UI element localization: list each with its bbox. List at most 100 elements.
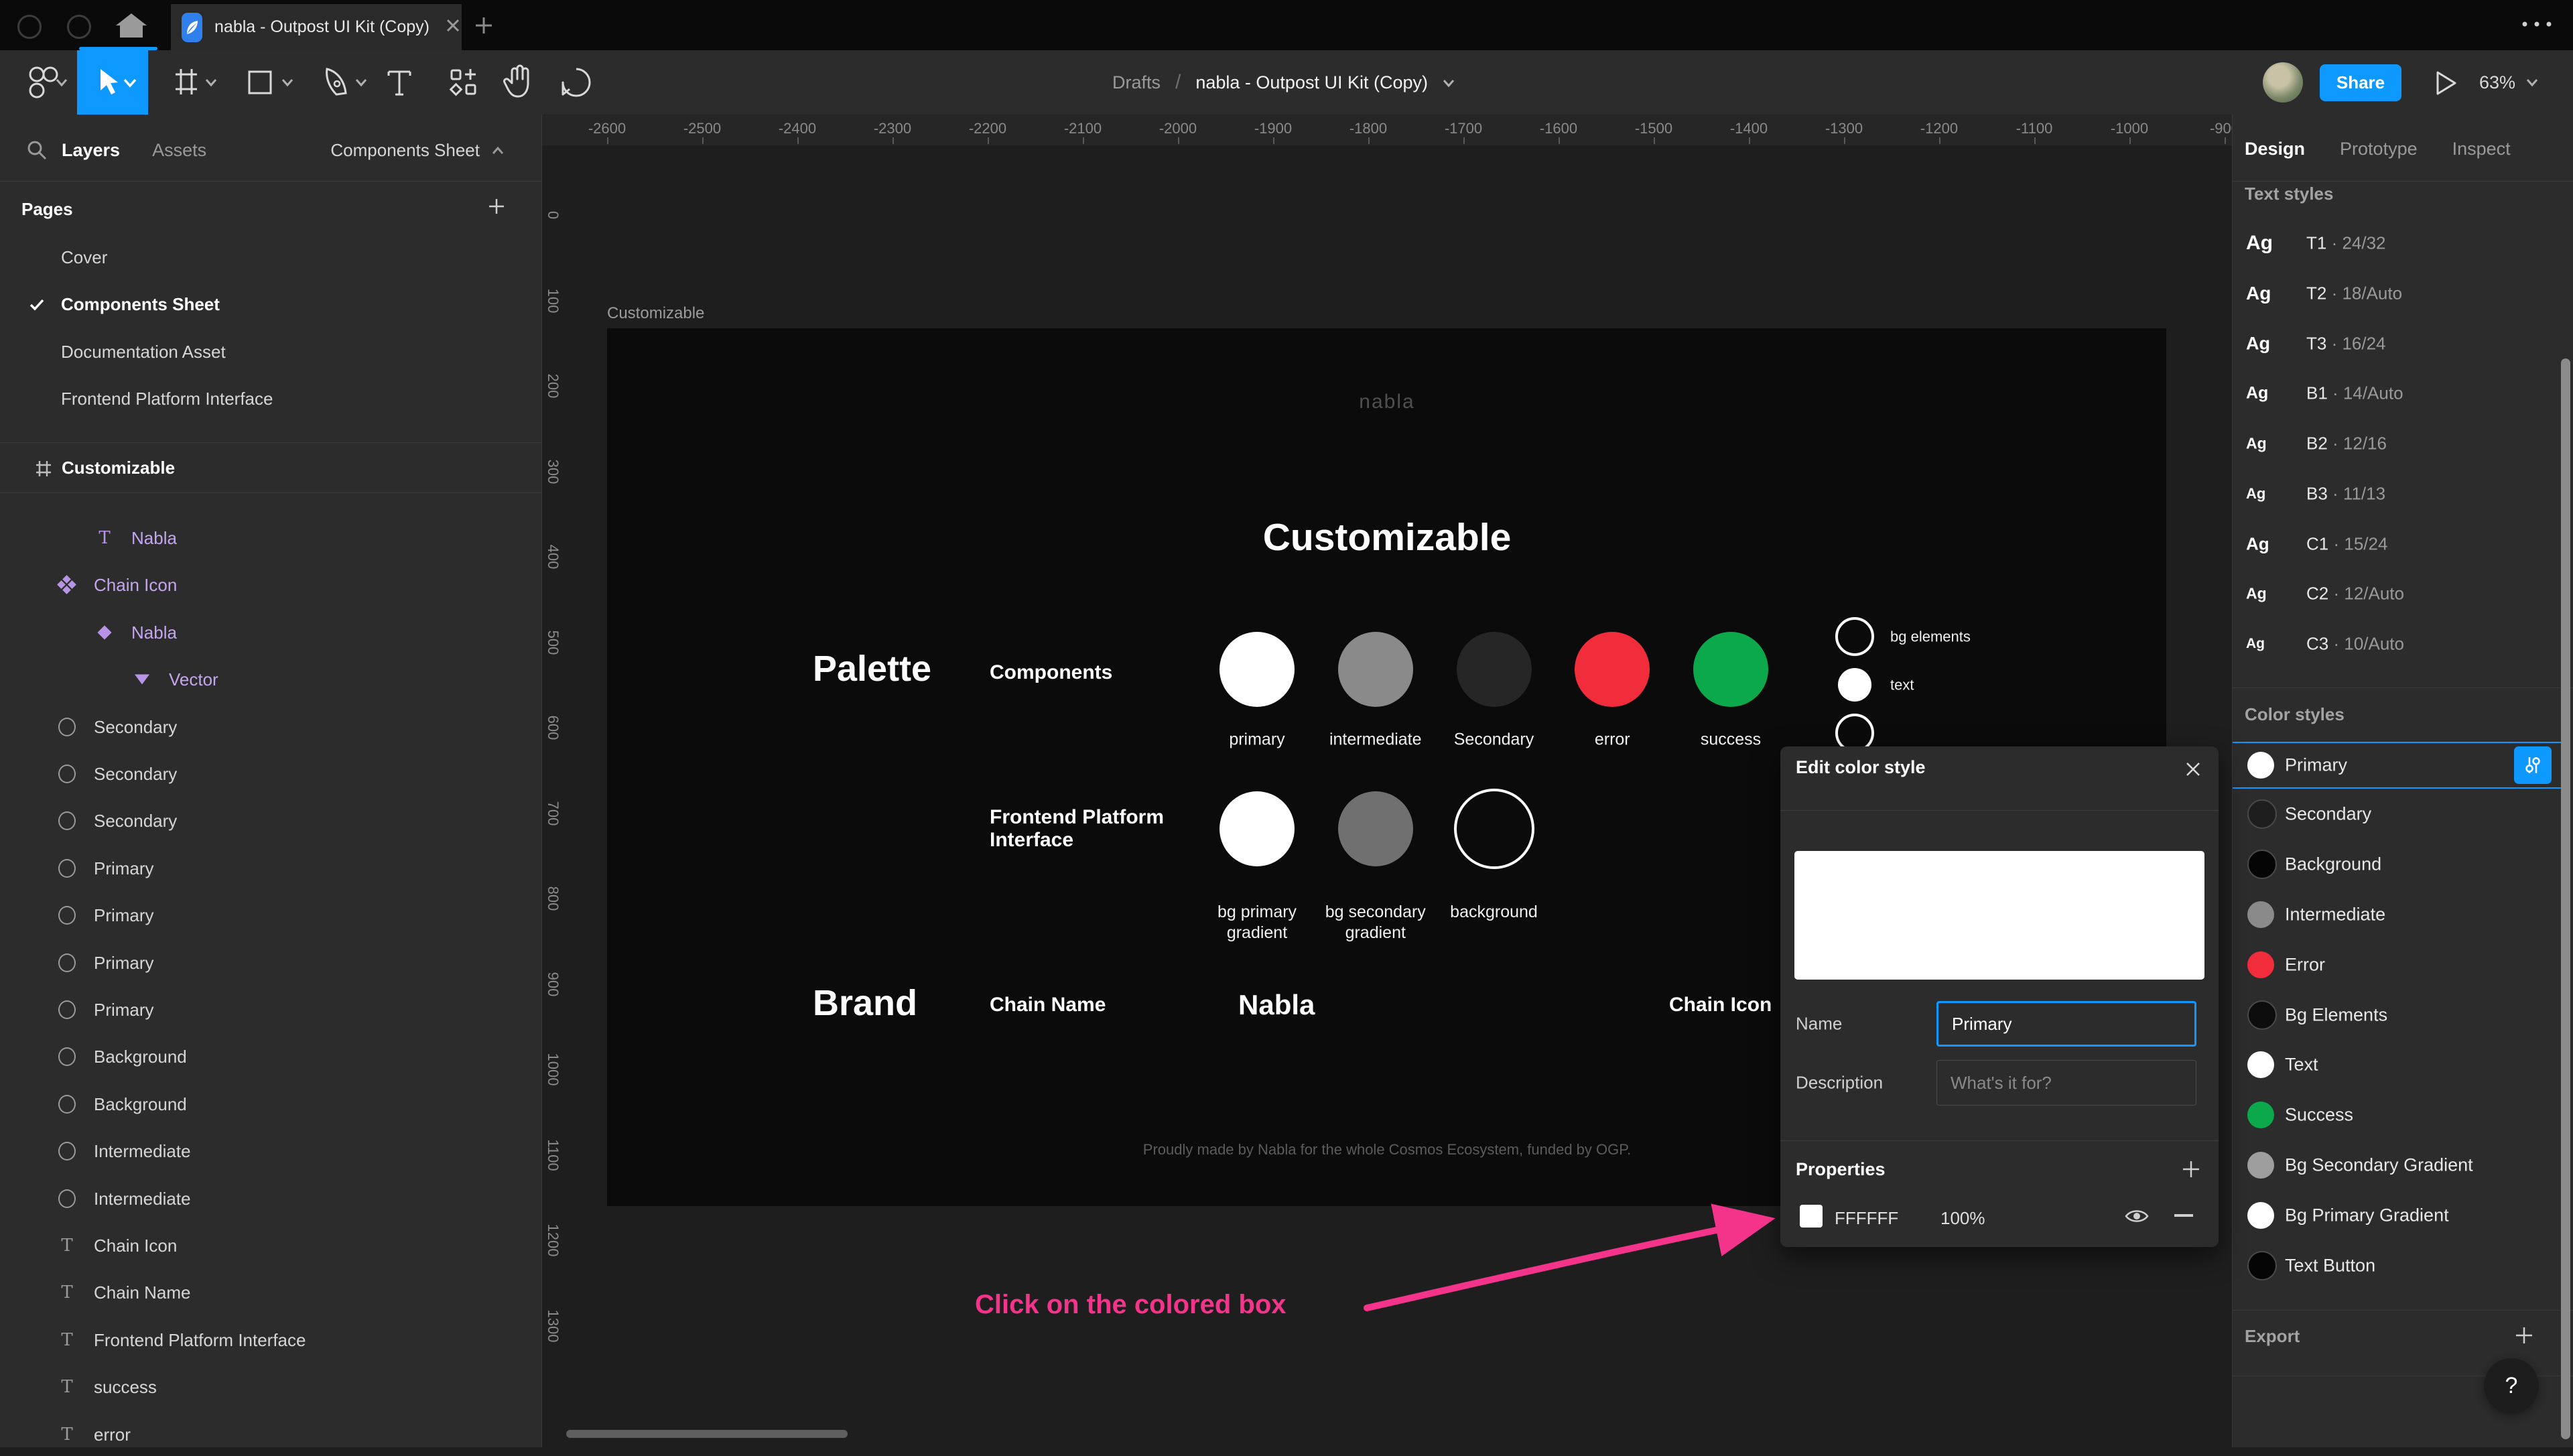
color-style-row-bg-primary-gradient[interactable]: Bg Primary Gradient	[2233, 1193, 2566, 1238]
add-export-icon[interactable]	[2513, 1325, 2535, 1349]
layer-row[interactable]: Vector	[0, 658, 541, 701]
layer-row[interactable]: T Chain Icon	[0, 1224, 541, 1267]
breadcrumb-file-title[interactable]: nabla - Outpost UI Kit (Copy)	[1195, 72, 1428, 93]
layer-row[interactable]: Secondary	[0, 752, 541, 795]
zoom-menu[interactable]: 63%	[2479, 50, 2542, 115]
brand-title[interactable]: Brand	[813, 982, 917, 1024]
layer-row[interactable]: T Frontend Platform Interface	[0, 1319, 541, 1362]
chain-name-value[interactable]: Nabla	[1238, 989, 1315, 1021]
nabla-logo-text[interactable]: nabla	[1359, 391, 1414, 413]
text-style-row[interactable]: Ag T1 · 24/32	[2233, 222, 2573, 265]
avatar[interactable]	[2263, 62, 2303, 103]
close-tab-icon[interactable]	[444, 17, 462, 38]
file-tab[interactable]: nabla - Outpost UI Kit (Copy)	[171, 4, 462, 50]
color-style-row-text-button[interactable]: Text Button	[2233, 1244, 2566, 1288]
window-control-icon[interactable]	[67, 15, 91, 39]
color-style-row-background[interactable]: Background	[2233, 842, 2566, 886]
layer-row[interactable]: Background	[0, 1083, 541, 1126]
fpi-swatch[interactable]	[1453, 789, 1534, 869]
figma-main-menu[interactable]	[12, 50, 76, 115]
color-style-row-success[interactable]: Success	[2233, 1093, 2566, 1137]
palette-swatch-primary[interactable]	[1219, 632, 1295, 707]
chain-name-label[interactable]: Chain Name	[990, 994, 1106, 1016]
components-label[interactable]: Components	[990, 661, 1112, 684]
frame-tool[interactable]	[159, 50, 229, 115]
inspector-tab-inspect[interactable]: Inspect	[2452, 139, 2511, 159]
comment-tool[interactable]	[548, 50, 604, 115]
page-row[interactable]: Components Sheet	[0, 285, 541, 325]
layer-row[interactable]: Intermediate	[0, 1177, 541, 1220]
add-page-icon[interactable]	[486, 196, 507, 220]
layer-row[interactable]: Chain Icon	[0, 564, 541, 606]
text-style-row[interactable]: Ag T2 · 18/Auto	[2233, 272, 2573, 315]
visibility-eye-icon[interactable]	[2123, 1204, 2150, 1232]
color-style-row-text[interactable]: Text	[2233, 1043, 2566, 1087]
text-style-row[interactable]: Ag C3 · 10/Auto	[2233, 622, 2573, 665]
text-style-row[interactable]: Ag B1 · 14/Auto	[2233, 372, 2573, 415]
more-menu-icon[interactable]	[2518, 17, 2556, 34]
inspector-tab-prototype[interactable]: Prototype	[2340, 139, 2418, 159]
fpi-swatch[interactable]	[1219, 791, 1295, 866]
palette-swatch-error[interactable]	[1575, 632, 1650, 707]
help-button[interactable]: ?	[2484, 1358, 2539, 1413]
root-frame-row[interactable]: Customizable	[62, 458, 175, 478]
page-selector[interactable]: Components Sheet	[330, 140, 508, 161]
sidebar-tab-layers[interactable]: Layers	[62, 140, 120, 161]
layer-row[interactable]: Terror	[0, 1413, 541, 1456]
remove-property-icon[interactable]	[2174, 1214, 2193, 1217]
color-style-row-bg-secondary-gradient[interactable]: Bg Secondary Gradient	[2233, 1143, 2566, 1187]
layer-row[interactable]: Tsuccess	[0, 1366, 541, 1408]
name-input[interactable]: Primary	[1936, 1001, 2196, 1047]
layer-row[interactable]: Primary	[0, 894, 541, 937]
pen-tool[interactable]	[310, 50, 381, 115]
add-property-icon[interactable]	[2180, 1158, 2202, 1184]
canvas-frame-label[interactable]: Customizable	[607, 304, 704, 323]
page-row[interactable]: Documentation Asset	[0, 332, 541, 373]
property-color-swatch[interactable]	[1800, 1205, 1823, 1228]
palette-title[interactable]: Palette	[813, 648, 931, 689]
window-control-icon[interactable]	[17, 15, 42, 39]
layer-row[interactable]: Primary	[0, 847, 541, 890]
style-settings-button[interactable]	[2514, 746, 2552, 784]
present-icon[interactable]	[2426, 64, 2466, 101]
layer-row[interactable]: T Nabla	[0, 517, 541, 559]
palette-swatch-intermediate[interactable]	[1337, 632, 1413, 707]
fpi-swatch[interactable]	[1337, 791, 1413, 866]
canvas-horizontal-scrollbar[interactable]	[566, 1430, 848, 1438]
move-tool[interactable]	[77, 50, 148, 115]
sidebar-scrollbar[interactable]	[2561, 358, 2570, 1439]
hand-tool[interactable]	[490, 50, 547, 115]
share-button[interactable]: Share	[2320, 64, 2401, 101]
palette-swatch-secondary[interactable]	[1456, 632, 1532, 707]
chevron-down-icon[interactable]	[1437, 71, 1460, 94]
layer-row[interactable]: Secondary	[0, 706, 541, 748]
property-opacity-value[interactable]: 100%	[1940, 1208, 1985, 1229]
text-style-row[interactable]: Ag B2 · 12/16	[2233, 422, 2573, 465]
layer-row[interactable]: Background	[0, 1035, 541, 1078]
new-tab-icon[interactable]	[473, 15, 494, 40]
chain-icon-label[interactable]: Chain Icon	[1669, 994, 1772, 1016]
text-style-row[interactable]: Ag T3 · 16/24	[2233, 322, 2573, 365]
mini-swatch[interactable]	[1838, 668, 1871, 702]
layer-row[interactable]: T Chain Name	[0, 1271, 541, 1314]
color-preview-swatch[interactable]	[1794, 851, 2204, 980]
text-style-row[interactable]: Ag C2 · 12/Auto	[2233, 572, 2573, 615]
page-row[interactable]: Frontend Platform Interface	[0, 379, 541, 419]
sidebar-tab-assets[interactable]: Assets	[152, 140, 206, 161]
text-style-row[interactable]: Ag B3 · 11/13	[2233, 472, 2573, 515]
palette-swatch-success[interactable]	[1693, 632, 1768, 707]
close-icon[interactable]	[2182, 758, 2204, 783]
breadcrumb-project[interactable]: Drafts	[1112, 72, 1161, 93]
fpi-title[interactable]: Frontend Platform Interface	[990, 806, 1164, 852]
text-tool[interactable]	[373, 50, 426, 115]
color-style-row-primary[interactable]: Primary	[2233, 742, 2566, 789]
text-style-row[interactable]: Ag C1 · 15/24	[2233, 523, 2573, 566]
color-style-row-intermediate[interactable]: Intermediate	[2233, 892, 2566, 937]
inspector-tab-design[interactable]: Design	[2245, 139, 2305, 159]
layer-row[interactable]: Primary	[0, 988, 541, 1031]
shape-tool[interactable]	[235, 50, 306, 115]
color-style-row-bg-elements[interactable]: Bg Elements	[2233, 993, 2566, 1037]
layer-row[interactable]: Secondary	[0, 799, 541, 842]
home-icon[interactable]	[109, 11, 153, 44]
page-row[interactable]: Cover	[0, 238, 541, 278]
